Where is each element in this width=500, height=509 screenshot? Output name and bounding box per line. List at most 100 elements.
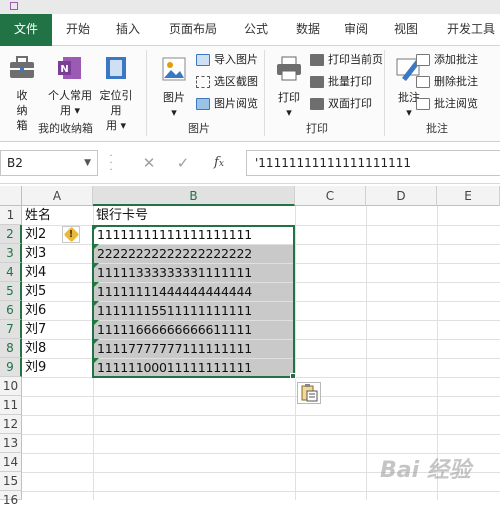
row-header-5[interactable]: 5 — [0, 282, 22, 301]
print-label: 打印 — [278, 91, 300, 104]
ribbon-divider — [146, 50, 147, 136]
duplex-print-label: 双面打印 — [328, 97, 372, 110]
delete-comment-icon — [416, 76, 430, 88]
paste-options-icon — [301, 384, 318, 402]
toolbox-icon — [10, 56, 34, 78]
row-header-2[interactable]: 2 — [0, 225, 22, 244]
tab-formulas[interactable]: 公式 — [234, 14, 278, 46]
cell-a5[interactable]: 刘5 — [25, 282, 46, 301]
picture-label: 图片 — [163, 91, 185, 104]
tab-developer[interactable]: 开发工具 — [440, 14, 500, 46]
formula-input[interactable]: '11111111111111111111 — [246, 150, 500, 176]
ribbon-divider — [264, 50, 265, 136]
tab-review[interactable]: 审阅 — [334, 14, 378, 46]
chevron-down-icon[interactable]: ▼ — [84, 151, 91, 175]
delete-annotation-button[interactable]: 删除批注 — [414, 72, 478, 92]
import-picture-label: 导入图片 — [214, 53, 258, 66]
row-header-13[interactable]: 13 — [0, 434, 22, 453]
cell-a2[interactable]: 刘2 — [25, 225, 46, 244]
row-header-12[interactable]: 12 — [0, 415, 22, 434]
picture-browse-label: 图片阅览 — [214, 97, 258, 110]
print-current-page-label: 打印当前页 — [328, 53, 383, 66]
personal-common-label: 个人常用 — [48, 89, 92, 102]
locate-reference-label: 定位引用 — [99, 89, 133, 117]
cell-a9[interactable]: 刘9 — [25, 358, 46, 377]
tab-home[interactable]: 开始 — [56, 14, 100, 46]
column-header-b[interactable]: B — [93, 186, 295, 206]
screenshot-icon — [196, 76, 210, 88]
print-button[interactable]: 打印 ▾ — [272, 54, 306, 120]
enter-icon[interactable]: ✓ — [168, 150, 198, 176]
row-header-3[interactable]: 3 — [0, 244, 22, 263]
row-header-10[interactable]: 10 — [0, 377, 22, 396]
browse-comment-icon — [416, 98, 430, 110]
formula-bar: B2 ▼ · · · ✕ ✓ fx '11111111111111111111 — [0, 142, 500, 184]
print-current-page-button[interactable]: 打印当前页 — [308, 50, 383, 70]
batch-print-icon — [310, 76, 324, 88]
onenote-icon: N — [58, 57, 81, 79]
dropdown-label-2: 用 ▾ — [105, 119, 127, 132]
column-header-c[interactable]: C — [295, 186, 366, 206]
annotation-browse-label: 批注阅览 — [434, 97, 478, 110]
row-header-15[interactable]: 15 — [0, 472, 22, 491]
name-box-value: B2 — [7, 156, 23, 170]
region-screenshot-button[interactable]: 选区截图 — [194, 72, 258, 92]
tab-file[interactable]: 文件 — [0, 14, 52, 46]
row-header-7[interactable]: 7 — [0, 320, 22, 339]
row-header-16[interactable]: 16 — [0, 491, 22, 507]
add-comment-icon — [416, 54, 430, 66]
picture-browse-button[interactable]: 图片阅览 — [194, 94, 258, 114]
select-all-corner[interactable] — [0, 186, 22, 206]
app-icon — [10, 2, 18, 10]
batch-print-label: 批量打印 — [328, 75, 372, 88]
add-annotation-label: 添加批注 — [434, 53, 478, 66]
chevron-down-icon: ▾ — [286, 106, 292, 119]
cell-a4[interactable]: 刘4 — [25, 263, 46, 282]
column-header-a[interactable]: A — [22, 186, 93, 206]
annotation-browse-button[interactable]: 批注阅览 — [414, 94, 478, 114]
row-header-8[interactable]: 8 — [0, 339, 22, 358]
personal-common-button[interactable]: N 个人常用 用 ▾ — [46, 54, 94, 118]
tab-view[interactable]: 视图 — [384, 14, 428, 46]
more-dots-icon[interactable]: · · · — [106, 150, 116, 175]
cell-a7[interactable]: 刘7 — [25, 320, 46, 339]
cell-a8[interactable]: 刘8 — [25, 339, 46, 358]
insert-function-icon[interactable]: fx — [204, 150, 234, 176]
row-header-11[interactable]: 11 — [0, 396, 22, 415]
import-picture-button[interactable]: 导入图片 — [194, 50, 258, 70]
region-screenshot-label: 选区截图 — [214, 75, 258, 88]
cell-a6[interactable]: 刘6 — [25, 301, 46, 320]
print-page-icon — [310, 54, 324, 66]
fill-handle[interactable] — [290, 373, 296, 379]
tab-data[interactable]: 数据 — [286, 14, 330, 46]
title-bar-strip — [0, 0, 500, 14]
import-picture-icon — [196, 54, 210, 66]
picture-button[interactable]: 图片 ▾ — [156, 54, 192, 120]
row-header-4[interactable]: 4 — [0, 263, 22, 282]
row-header-14[interactable]: 14 — [0, 453, 22, 472]
dropdown-label-1: 用 ▾ — [59, 104, 81, 117]
storage-box-label: 收纳箱 — [16, 89, 28, 132]
duplex-print-button[interactable]: 双面打印 — [308, 94, 372, 114]
batch-print-button[interactable]: 批量打印 — [308, 72, 372, 92]
add-annotation-button[interactable]: 添加批注 — [414, 50, 478, 70]
baidu-watermark: Bai 经验 — [380, 458, 471, 483]
cancel-icon[interactable]: ✕ — [134, 150, 164, 176]
cell-a1[interactable]: 姓名 — [25, 206, 51, 225]
row-header-6[interactable]: 6 — [0, 301, 22, 320]
paste-options-button[interactable] — [297, 382, 321, 404]
locate-reference-button[interactable]: 定位引用 用 ▾ — [96, 54, 136, 133]
cell-b1[interactable]: 银行卡号 — [96, 206, 148, 225]
gridline — [295, 206, 296, 500]
name-box[interactable]: B2 ▼ — [0, 150, 98, 176]
warning-exclamation: ! — [68, 229, 74, 240]
column-header-e[interactable]: E — [437, 186, 500, 206]
error-warning-button[interactable]: ! — [62, 226, 80, 243]
storage-box-button[interactable]: 收纳箱 — [4, 54, 40, 133]
column-header-d[interactable]: D — [366, 186, 437, 206]
cell-a3[interactable]: 刘3 — [25, 244, 46, 263]
row-header-1[interactable]: 1 — [0, 206, 22, 225]
row-header-9[interactable]: 9 — [0, 358, 22, 377]
tab-page-layout[interactable]: 页面布局 — [160, 14, 226, 46]
tab-insert[interactable]: 插入 — [106, 14, 150, 46]
